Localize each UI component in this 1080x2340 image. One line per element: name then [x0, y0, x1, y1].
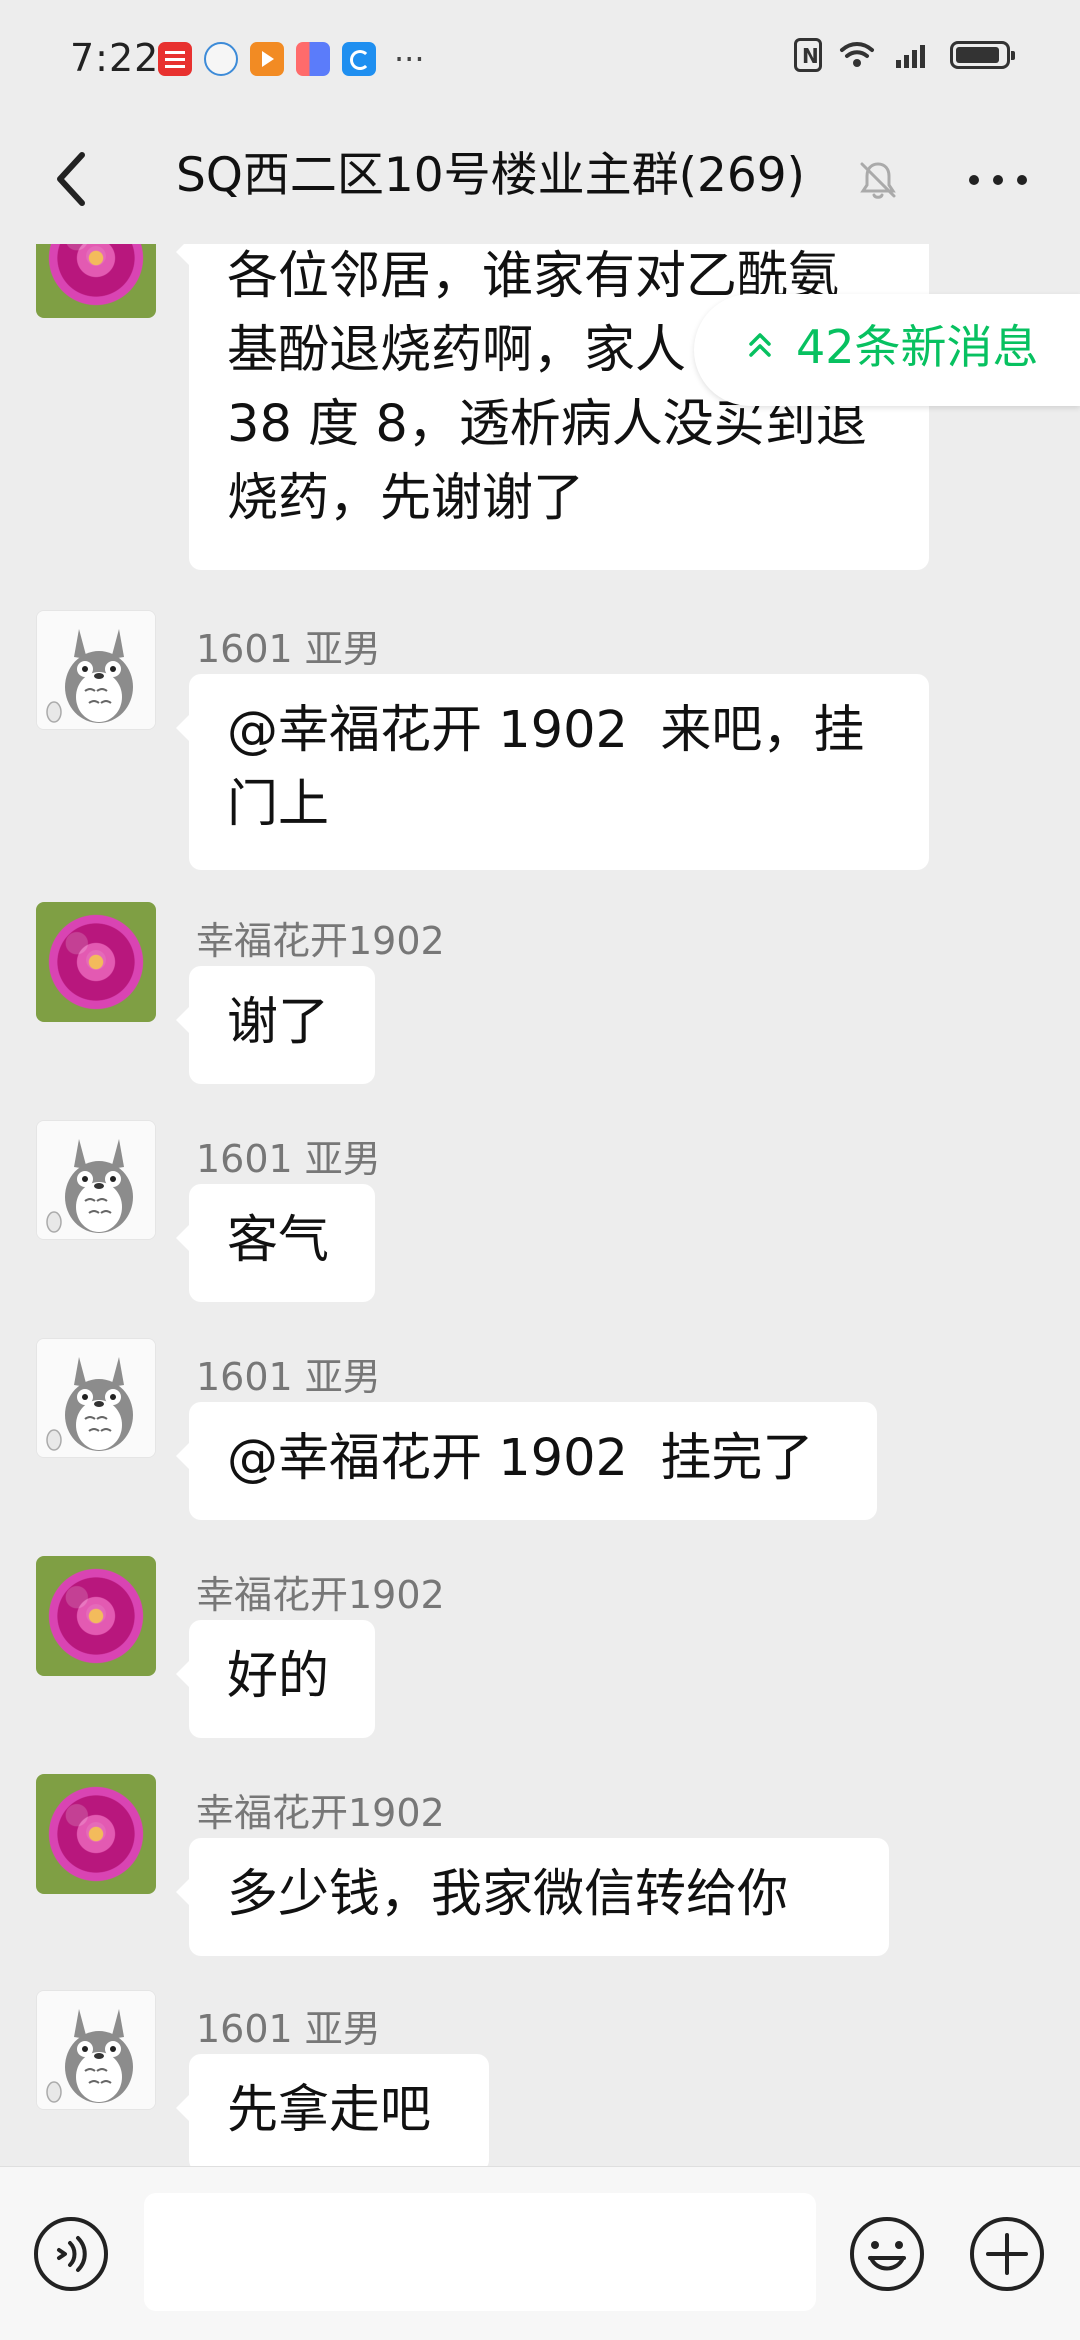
- edge-app-icon: [342, 42, 376, 76]
- flower-avatar[interactable]: [36, 1556, 156, 1676]
- message-text: @幸福花开 1902 来吧，挂 门上: [227, 701, 865, 834]
- news-app-icon: [158, 42, 192, 76]
- flower-avatar[interactable]: [36, 902, 156, 1022]
- message-input-bar: [0, 2166, 1080, 2340]
- message-bubble[interactable]: 好的: [176, 1620, 375, 1738]
- totoro-icon: [37, 1339, 155, 1457]
- message-row-6: 幸福花开1902 多少钱，我家微信转给你: [0, 1774, 1080, 1956]
- document-app-icon: [296, 42, 330, 76]
- sender-name: 幸福花开1902: [196, 919, 445, 963]
- totoro-avatar[interactable]: [36, 1990, 156, 2110]
- message-bubble[interactable]: 多少钱，我家微信转给你: [176, 1838, 889, 1956]
- sender-name: 1601 亚男: [196, 1355, 381, 1399]
- totoro-avatar[interactable]: [36, 1120, 156, 1240]
- chat-title: SQ西二区10号楼业主群(269): [176, 148, 806, 203]
- chat-header: SQ西二区10号楼业主群(269): [0, 118, 1080, 244]
- message-row-2: 幸福花开1902 谢了: [0, 902, 1080, 1084]
- message-text: 多少钱，我家微信转给你: [227, 1865, 789, 1924]
- back-icon[interactable]: [42, 143, 110, 215]
- more-options-icon[interactable]: [966, 166, 1030, 194]
- flower-avatar[interactable]: [36, 1774, 156, 1894]
- totoro-avatar[interactable]: [36, 610, 156, 730]
- message-bubble[interactable]: @幸福花开 1902 来吧，挂 门上: [176, 674, 929, 870]
- sender-name: 幸福花开1902: [196, 1791, 445, 1835]
- message-input[interactable]: [144, 2193, 816, 2311]
- sender-name: 1601 亚男: [196, 627, 381, 671]
- voice-input-icon[interactable]: [30, 2213, 112, 2295]
- message-row-1: 1601 亚男 @幸福花开 1902 来吧，挂 门上: [0, 610, 1080, 870]
- message-bubble[interactable]: 各位邻居，谁家有对乙酰氨 基酚退烧药啊，家人 38 度 8，透析病人没买到退 烧…: [176, 244, 929, 570]
- signal-icon: [896, 45, 925, 68]
- system-icons: [794, 38, 1015, 72]
- new-messages-label: 42条新消息: [796, 320, 1039, 374]
- add-attachment-icon[interactable]: [966, 2213, 1048, 2295]
- totoro-icon: [37, 1991, 155, 2109]
- message-bubble[interactable]: 先拿走吧: [176, 2054, 489, 2166]
- message-bubble[interactable]: 客气: [176, 1184, 375, 1302]
- sender-name: 1601 亚男: [196, 2007, 381, 2051]
- emoji-icon[interactable]: [846, 2213, 928, 2295]
- message-text: @幸福花开 1902 挂完了: [227, 1429, 814, 1488]
- notification-icons: ···: [158, 42, 425, 76]
- wifi-icon: [840, 42, 874, 67]
- nfc-icon: [794, 38, 822, 72]
- message-text: 好的: [227, 1647, 330, 1706]
- sender-name: 1601 亚男: [196, 1137, 381, 1181]
- message-row-4: 1601 亚男 @幸福花开 1902 挂完了: [0, 1338, 1080, 1520]
- message-row-3: 1601 亚男 客气: [0, 1120, 1080, 1302]
- message-bubble[interactable]: @幸福花开 1902 挂完了: [176, 1402, 877, 1520]
- status-more-indicator: ···: [394, 40, 425, 78]
- sender-name: 幸福花开1902: [196, 1573, 445, 1617]
- status-bar: 7:22 ···: [0, 0, 1080, 118]
- totoro-icon: [37, 611, 155, 729]
- message-row-7: 1601 亚男 先拿走吧: [0, 1990, 1080, 2166]
- new-messages-button[interactable]: 42条新消息: [694, 294, 1080, 406]
- double-chevron-up-icon: [749, 333, 771, 357]
- message-text: 先拿走吧: [227, 2081, 432, 2140]
- flower-avatar[interactable]: [36, 244, 156, 318]
- message-row-5: 幸福花开1902 好的: [0, 1556, 1080, 1738]
- chat-app-icon: [204, 42, 238, 76]
- play-app-icon: [250, 42, 284, 76]
- message-list[interactable]: 各位邻居，谁家有对乙酰氨 基酚退烧药啊，家人 38 度 8，透析病人没买到退 烧…: [0, 244, 1080, 2166]
- totoro-avatar[interactable]: [36, 1338, 156, 1458]
- message-text: 客气: [227, 1211, 330, 1270]
- totoro-icon: [37, 1121, 155, 1239]
- message-bubble[interactable]: 谢了: [176, 966, 375, 1084]
- status-time: 7:22: [70, 36, 160, 80]
- mute-notifications-icon: [860, 162, 896, 199]
- message-text: 谢了: [227, 993, 330, 1052]
- battery-icon: [950, 41, 1015, 69]
